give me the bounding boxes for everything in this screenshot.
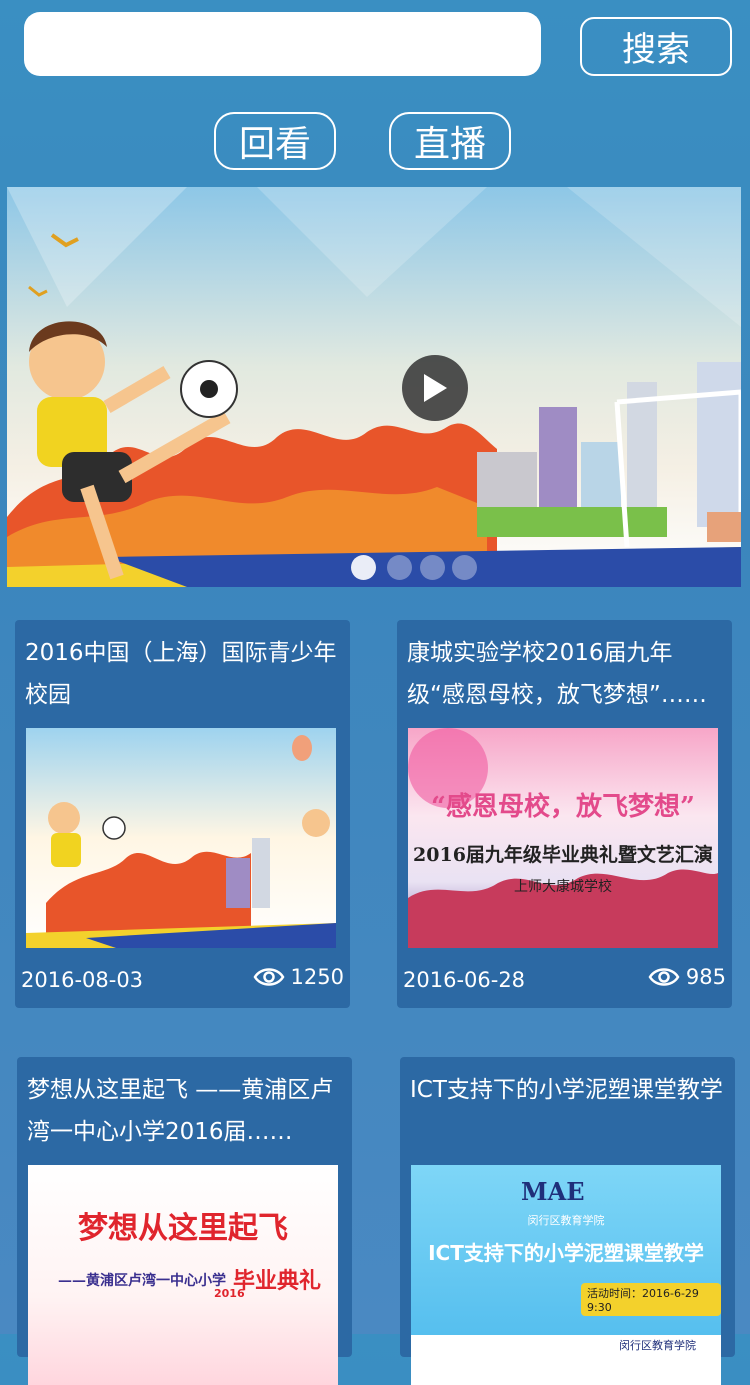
thumb-headline: 梦想从这里起飞 — [78, 1211, 288, 1246]
search-input[interactable] — [24, 12, 541, 76]
search-button[interactable]: 搜索 — [580, 17, 732, 76]
view-count-value: 1250 — [290, 965, 344, 989]
video-card[interactable]: 2016中国（上海）国际青少年校园 2016-08-03 1250 — [15, 620, 350, 1008]
video-card[interactable]: 康城实验学校2016届九年级“感恩母校，放飞梦想”…… “感恩母校，放飞梦想” … — [397, 620, 732, 1008]
tab-replay[interactable]: 回看 — [214, 112, 336, 170]
play-button[interactable] — [402, 355, 468, 421]
card-thumbnail — [26, 728, 336, 948]
thumb-logo: MAE — [521, 1177, 585, 1206]
card-title: ICT支持下的小学泥塑课堂教学 — [410, 1077, 723, 1103]
thumb-subtitle: 2016届九年级毕业典礼暨文艺汇演 — [413, 844, 713, 866]
thumb-year: 2016 — [214, 1287, 245, 1300]
carousel-dot[interactable] — [452, 555, 477, 580]
thumb-footer: 闵行区教育学院 — [619, 1339, 696, 1352]
thumb-headline: “感恩母校，放飞梦想” — [431, 792, 695, 822]
card-title: 2016中国（上海）国际青少年校园 — [25, 640, 337, 708]
card-title: 康城实验学校2016届九年级“感恩母校，放飞梦想”…… — [407, 640, 707, 708]
card-thumbnail: MAE 闵行区教育学院 ICT支持下的小学泥塑课堂教学 活动时间：2016-6-… — [411, 1165, 721, 1385]
play-icon — [424, 374, 447, 402]
eye-icon — [253, 968, 285, 986]
card-date: 2016-08-03 — [21, 968, 144, 992]
card-thumbnail: “感恩母校，放飞梦想” 2016届九年级毕业典礼暨文艺汇演 上师大康城学校 — [408, 728, 718, 948]
video-card[interactable]: ICT支持下的小学泥塑课堂教学 MAE 闵行区教育学院 ICT支持下的小学泥塑课… — [400, 1057, 735, 1385]
thumb-subtitle: ——黄浦区卢湾一中心小学 — [58, 1273, 226, 1289]
carousel-dot[interactable] — [387, 555, 412, 580]
banner-illustration — [7, 187, 741, 587]
thumb-school: 上师大康城学校 — [514, 879, 612, 895]
tab-live[interactable]: 直播 — [389, 112, 511, 170]
thumb-headline: ICT支持下的小学泥塑课堂教学 — [428, 1241, 704, 1265]
card-title: 梦想从这里起飞 ——黄浦区卢湾一中心小学2016届…… — [27, 1077, 334, 1145]
banner-carousel[interactable] — [7, 187, 741, 587]
card-thumbnail: 梦想从这里起飞 ——黄浦区卢湾一中心小学 毕业典礼 2016 — [28, 1165, 338, 1385]
eye-icon — [648, 968, 680, 986]
thumb-org: 闵行区教育学院 — [527, 1214, 605, 1227]
view-count-value: 985 — [685, 965, 726, 989]
carousel-dot[interactable] — [351, 555, 376, 580]
view-count: 1250 — [253, 965, 344, 989]
video-card[interactable]: 梦想从这里起飞 ——黄浦区卢湾一中心小学2016届…… 梦想从这里起飞 ——黄浦… — [17, 1057, 352, 1385]
thumb-time: 活动时间：2016-6-29 9:30 — [581, 1283, 721, 1316]
card-date: 2016-06-28 — [403, 968, 526, 992]
carousel-dot[interactable] — [420, 555, 445, 580]
view-count: 985 — [648, 965, 726, 989]
thumb-event: 毕业典礼 — [233, 1268, 322, 1294]
